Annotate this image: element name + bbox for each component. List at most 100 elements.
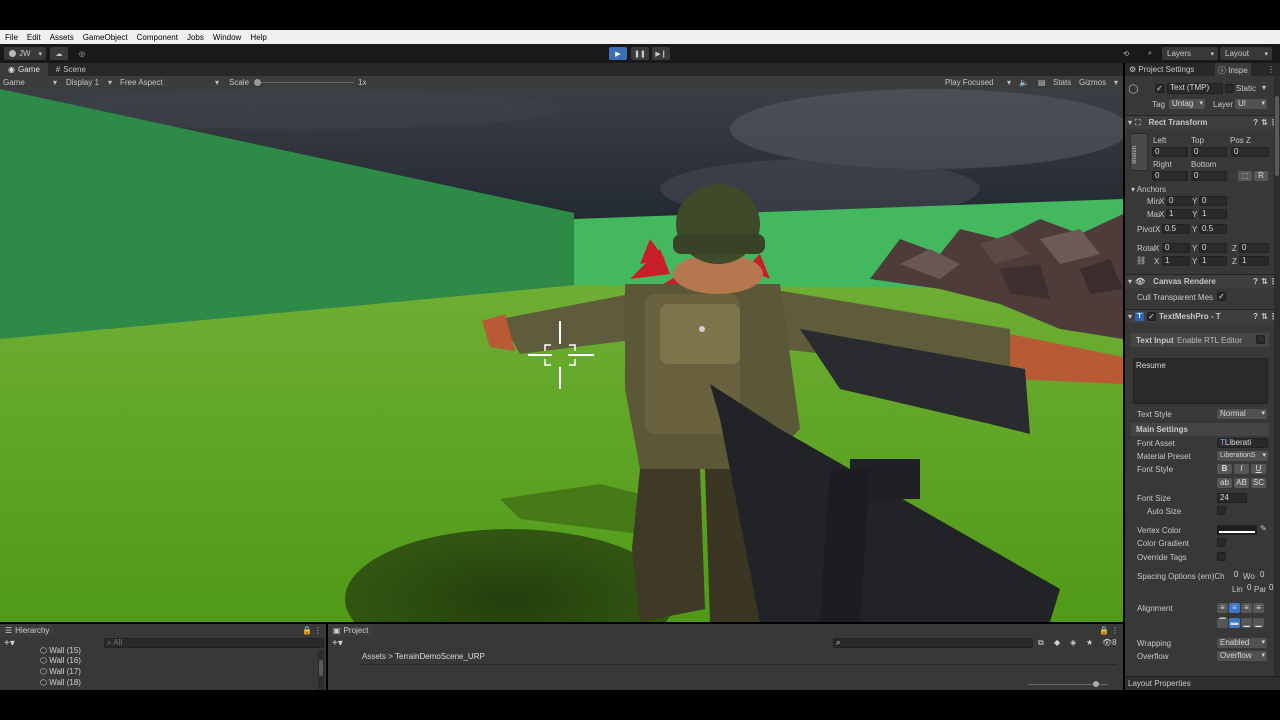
pivot-y-field[interactable]: 0.5 <box>1199 224 1227 234</box>
list-item[interactable]: ⬡ Wall (15) <box>40 646 81 655</box>
align-left-button[interactable]: ≡ <box>1217 603 1228 613</box>
account-dropdown[interactable]: JW <box>4 47 46 60</box>
bottom-field[interactable]: 0 <box>1191 171 1227 181</box>
audio-mute-icon[interactable]: 🔈 <box>1019 76 1029 89</box>
search-icon[interactable]: ⌕ <box>1142 47 1158 60</box>
play-mode-dropdown[interactable]: Play Focused ▾ <box>945 76 1015 89</box>
list-item[interactable]: ⬡ Wall (16) <box>40 656 81 665</box>
tab-menu-icon[interactable]: ⋮ <box>1267 65 1275 74</box>
color-gradient-checkbox[interactable] <box>1217 538 1226 547</box>
active-checkbox[interactable]: ✓ <box>1155 84 1164 93</box>
zoom-slider[interactable] <box>1028 681 1108 688</box>
menu-component[interactable]: Component <box>132 33 182 42</box>
tag-dropdown[interactable]: Untag <box>1169 99 1205 109</box>
scale-x-field[interactable]: 1 <box>1162 256 1190 266</box>
scale-z-field[interactable]: 1 <box>1239 256 1269 266</box>
help-icon[interactable]: ? <box>1253 118 1258 127</box>
cull-transparent-checkbox[interactable]: ✓ <box>1217 292 1226 301</box>
override-tags-checkbox[interactable] <box>1217 552 1226 561</box>
menu-help[interactable]: Help <box>245 33 270 42</box>
anchor-min-y-field[interactable]: 0 <box>1199 196 1227 206</box>
pause-button[interactable]: ❚❚ <box>631 47 649 60</box>
menu-jobs[interactable]: Jobs <box>182 33 208 42</box>
anchor-min-x-field[interactable]: 0 <box>1166 196 1194 206</box>
text-input-area[interactable]: Resume <box>1133 358 1268 404</box>
rotation-y-field[interactable]: 0 <box>1199 243 1227 253</box>
step-button[interactable]: ▶❙ <box>652 47 670 60</box>
display-mode-dropdown[interactable]: Game ▾ <box>3 76 59 89</box>
tab-inspector[interactable]: ⓘ Inspe <box>1215 63 1251 76</box>
rotation-x-field[interactable]: 0 <box>1162 243 1190 253</box>
help-icon[interactable]: ? <box>1253 277 1258 286</box>
pivot-x-field[interactable]: 0.5 <box>1162 224 1190 234</box>
textmeshpro-enabled-checkbox[interactable]: ✓ <box>1147 312 1157 321</box>
hierarchy-search-input[interactable]: ⌕ All <box>104 638 324 648</box>
gizmos-dropdown-icon[interactable]: ▾ <box>1114 76 1118 89</box>
play-button[interactable]: ▶ <box>609 47 627 60</box>
panel-menu-icon[interactable]: ⋮ <box>1111 626 1119 635</box>
overflow-dropdown[interactable]: Overflow <box>1217 651 1267 661</box>
filter-icon[interactable]: ◈ <box>1070 638 1076 647</box>
align-middle-button[interactable]: ▬ <box>1229 618 1240 628</box>
aspect-dropdown[interactable]: Free Aspect ▾ <box>120 76 222 89</box>
auto-size-checkbox[interactable] <box>1217 506 1226 515</box>
align-baseline-button[interactable]: ▁ <box>1253 618 1264 628</box>
scale-slider[interactable] <box>254 76 354 89</box>
anchor-preset-button[interactable]: stretch <box>1130 133 1148 171</box>
material-preset-dropdown[interactable]: LiberationS <box>1217 451 1268 461</box>
rtl-checkbox[interactable] <box>1256 335 1265 344</box>
hidden-packages-icon[interactable]: 👁8 <box>1102 638 1117 647</box>
blueprint-mode-button[interactable]: ⬚ <box>1238 171 1252 181</box>
bold-button[interactable]: B <box>1217 464 1232 474</box>
align-justify-button[interactable]: ≡ <box>1253 603 1264 613</box>
menu-file[interactable]: File <box>0 33 22 42</box>
filter-type-icon[interactable]: ⧉ <box>1038 638 1044 648</box>
underline-button[interactable]: U <box>1251 464 1266 474</box>
stats-button[interactable]: Stats <box>1053 76 1071 89</box>
menu-window[interactable]: Window <box>208 33 245 42</box>
game-viewport[interactable] <box>0 89 1123 622</box>
menu-assets[interactable]: Assets <box>45 33 78 42</box>
breadcrumb-root[interactable]: Assets <box>362 652 386 661</box>
raw-edit-button[interactable]: R <box>1254 171 1268 181</box>
link-scale-icon[interactable]: ⛓ <box>1136 256 1146 265</box>
display-dropdown[interactable]: Display 1 ▾ <box>66 76 116 89</box>
object-name-field[interactable]: Text (TMP) <box>1167 83 1223 94</box>
align-top-button[interactable]: ▔ <box>1217 618 1228 628</box>
align-bottom-button[interactable]: ▁ <box>1241 618 1252 628</box>
uppercase-button[interactable]: AB <box>1234 478 1249 488</box>
project-file-area[interactable] <box>362 664 1117 690</box>
align-center-button[interactable]: ≡ <box>1229 603 1240 613</box>
project-folder-tree[interactable] <box>336 650 356 690</box>
static-dropdown-icon[interactable]: ▾ <box>1262 83 1266 92</box>
textmeshpro-header[interactable]: ▾ T ✓ TextMeshPro - T ? ⇅ ⋮ <box>1125 309 1280 323</box>
font-size-field[interactable]: 24 <box>1217 493 1247 503</box>
tab-project[interactable]: ▣ Project <box>328 624 374 637</box>
collab-icon[interactable]: ◎ <box>74 47 90 60</box>
scale-slider-handle[interactable] <box>254 79 261 86</box>
eyedropper-icon[interactable]: ✎ <box>1260 524 1267 533</box>
layout-properties-bar[interactable]: Layout Properties <box>1125 676 1280 690</box>
posz-field[interactable]: 0 <box>1231 147 1269 157</box>
tab-game[interactable]: ◉ Game <box>0 63 48 76</box>
italic-button[interactable]: I <box>1234 464 1249 474</box>
add-button[interactable]: +▾ <box>4 638 15 649</box>
panel-menu-icon[interactable]: ⋮ <box>314 626 322 635</box>
tab-hierarchy[interactable]: ☰ Hierarchy <box>0 624 55 637</box>
layout-dropdown[interactable]: Layout <box>1220 47 1272 60</box>
add-button[interactable]: +▾ <box>332 638 343 649</box>
anchor-max-x-field[interactable]: 1 <box>1166 209 1194 219</box>
hierarchy-scrollbar[interactable] <box>318 650 324 690</box>
rotation-z-field[interactable]: 0 <box>1239 243 1269 253</box>
menu-edit[interactable]: Edit <box>22 33 45 42</box>
font-asset-field[interactable]: TLiberati <box>1217 438 1268 448</box>
menu-gameobject[interactable]: GameObject <box>78 33 132 42</box>
align-right-button[interactable]: ≡ <box>1241 603 1252 613</box>
canvas-renderer-header[interactable]: ▾ 👁 Canvas Rendere ? ⇅ ⋮ <box>1125 274 1280 288</box>
lock-icon[interactable]: 🔒 <box>1099 626 1109 635</box>
list-item[interactable]: ⬡ Wall (18) <box>40 678 81 687</box>
char-spacing-field[interactable]: 0 <box>1232 571 1242 581</box>
smallcaps-button[interactable]: SC <box>1251 478 1266 488</box>
gizmos-button[interactable]: Gizmos <box>1079 76 1106 89</box>
preset-icon[interactable]: ⇅ <box>1261 312 1268 321</box>
